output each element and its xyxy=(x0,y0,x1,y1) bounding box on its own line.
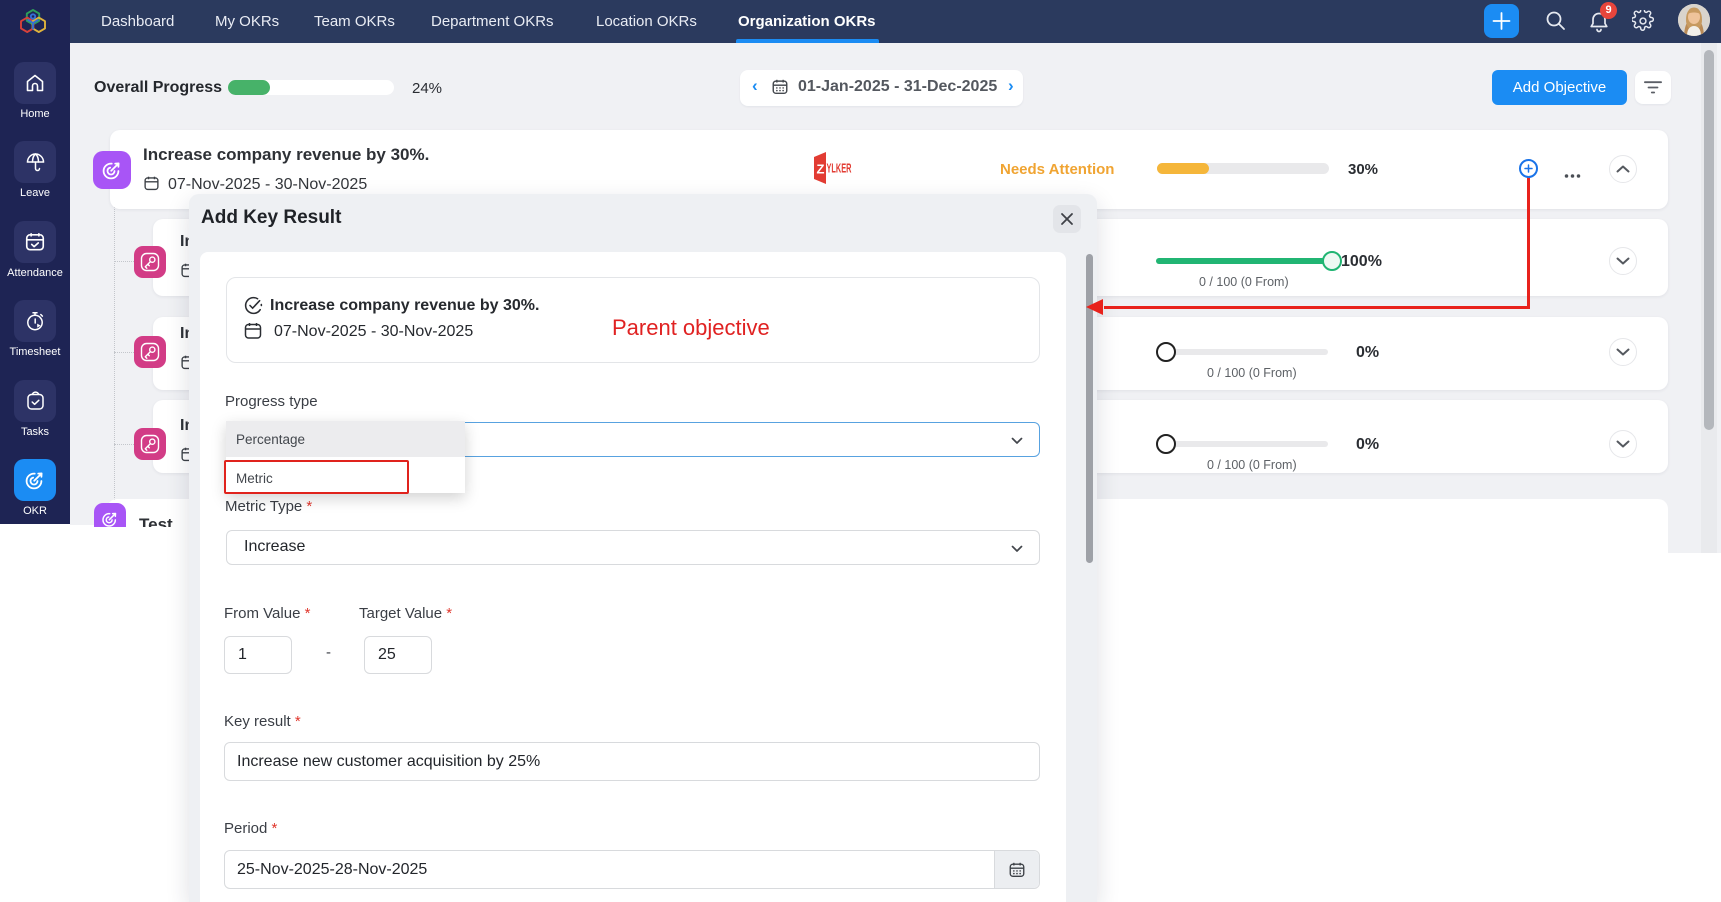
svg-text:YLKER: YLKER xyxy=(827,162,852,176)
svg-text:Z: Z xyxy=(817,162,825,177)
